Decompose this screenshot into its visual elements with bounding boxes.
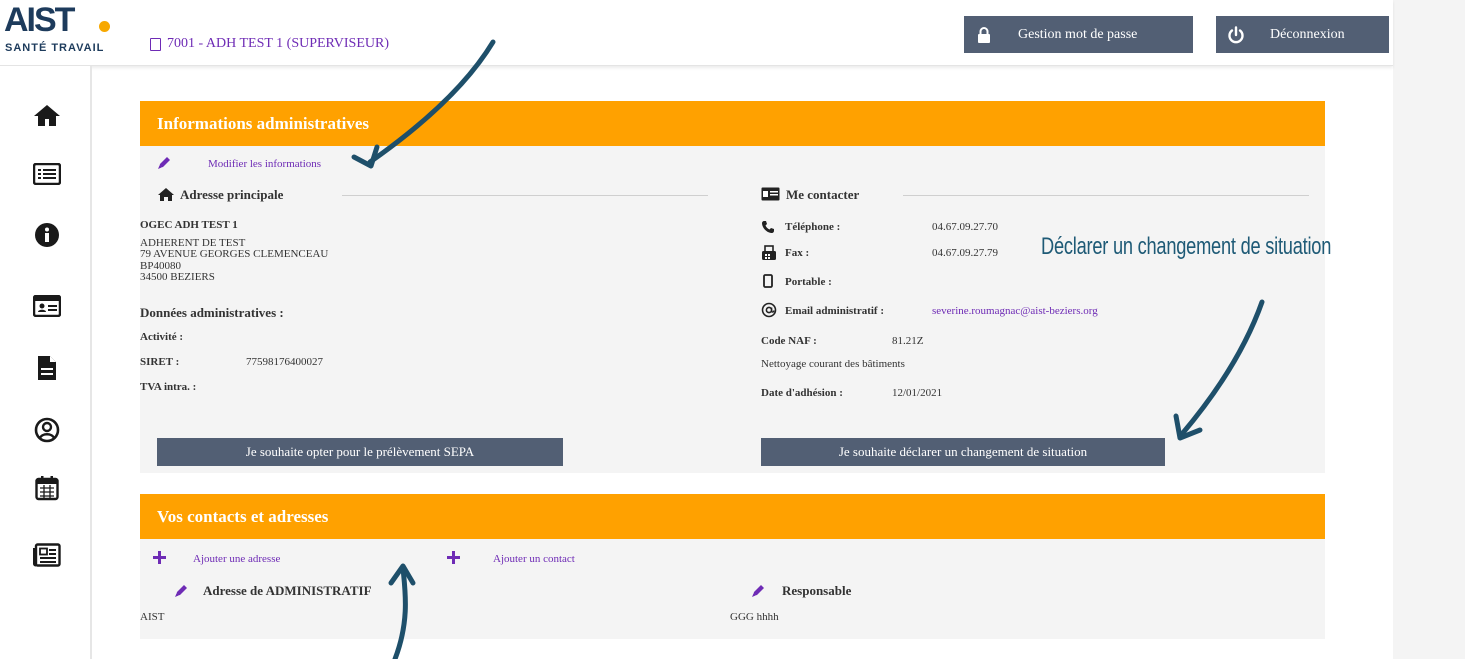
id-card-icon[interactable]: [33, 292, 61, 320]
declare-change-button[interactable]: Je souhaite déclarer un changement de si…: [761, 438, 1165, 466]
phone-label: Téléphone :: [785, 221, 841, 233]
pencil-icon[interactable]: [157, 155, 172, 175]
plus-icon[interactable]: [153, 551, 166, 569]
building-icon: [150, 37, 161, 51]
document-icon[interactable]: [33, 354, 61, 382]
lock-icon: [964, 26, 1004, 43]
admin-data-heading: Données administratives :: [140, 305, 284, 320]
contact-card-icon: [761, 187, 780, 206]
power-icon: [1216, 25, 1256, 44]
naf-label: Code NAF :: [761, 335, 817, 347]
aist-logo[interactable]: AIST SANTÉ TRAVAIL: [4, 1, 116, 60]
pencil-icon[interactable]: [174, 583, 189, 603]
logo-text: AIST: [4, 1, 75, 39]
contact-card-title: Responsable: [782, 583, 852, 598]
info-icon[interactable]: [33, 221, 61, 249]
password-management-button[interactable]: Gestion mot de passe: [964, 16, 1193, 53]
address-card-value: AIST: [140, 611, 165, 623]
admin-info-card: Informations administratives Modifier le…: [140, 101, 1325, 473]
naf-value: 81.21Z: [892, 335, 924, 347]
password-button-label: Gestion mot de passe: [1018, 26, 1138, 42]
join-date-value: 12/01/2021: [892, 387, 943, 399]
house-icon: [158, 188, 174, 206]
pencil-icon[interactable]: [751, 583, 766, 603]
logout-button[interactable]: Déconnexion: [1216, 16, 1389, 53]
mobile-icon: [763, 274, 773, 293]
contact-divider: [903, 195, 1309, 196]
contacts-card: Vos contacts et adresses Ajouter une adr…: [140, 494, 1325, 639]
phone-value: 04.67.09.27.70: [932, 221, 998, 233]
modify-info-link[interactable]: Modifier les informations: [208, 158, 321, 170]
siret-label: SIRET :: [140, 356, 180, 368]
email-label: Email administratif :: [785, 305, 884, 317]
plus-icon[interactable]: [447, 551, 460, 569]
top-bar: AIST SANTÉ TRAVAIL 7001 - ADH TEST 1 (SU…: [0, 0, 1393, 66]
logout-button-label: Déconnexion: [1270, 26, 1345, 42]
company-name: OGEC ADH TEST 1: [140, 219, 238, 231]
company-label: 7001 - ADH TEST 1 (SUPERVISEUR): [167, 36, 389, 51]
logo-dot: [99, 21, 110, 32]
address-line: 34500 BEZIERS: [140, 271, 215, 283]
address-card-title: Adresse de ADMINISTRATIF: [203, 583, 372, 598]
tva-label: TVA intra. :: [140, 381, 197, 393]
contacts-title: Vos contacts et adresses: [140, 494, 1325, 539]
home-icon[interactable]: [33, 101, 61, 129]
add-contact-link[interactable]: Ajouter un contact: [493, 553, 575, 565]
at-icon: [761, 302, 777, 323]
join-date-label: Date d'adhésion :: [761, 387, 843, 399]
annotation-label: Déclarer un changement de situation: [1041, 233, 1332, 260]
page: AIST SANTÉ TRAVAIL 7001 - ADH TEST 1 (SU…: [0, 0, 1393, 659]
contact-heading: Me contacter: [786, 187, 860, 202]
newspaper-icon[interactable]: [33, 541, 61, 569]
naf-description: Nettoyage courant des bâtiments: [761, 358, 905, 370]
add-address-link[interactable]: Ajouter une adresse: [193, 553, 280, 565]
phone-icon: [761, 220, 775, 239]
sepa-button[interactable]: Je souhaite opter pour le prélèvement SE…: [157, 438, 563, 466]
fax-value: 04.67.09.27.79: [932, 247, 998, 259]
fax-icon: [761, 245, 777, 266]
logo-subtitle: SANTÉ TRAVAIL: [5, 42, 105, 54]
fax-label: Fax :: [785, 247, 810, 259]
calendar-icon[interactable]: [33, 474, 61, 502]
email-link[interactable]: severine.roumagnac@aist-beziers.org: [932, 305, 1098, 317]
address-divider: [342, 195, 708, 196]
mobile-label: Portable :: [785, 276, 832, 288]
admin-info-title: Informations administratives: [140, 101, 1325, 146]
user-icon[interactable]: [33, 416, 61, 444]
address-line: 79 AVENUE GEORGES CLEMENCEAU: [140, 248, 329, 260]
activity-label: Activité :: [140, 331, 184, 343]
sidebar: [0, 66, 92, 659]
contact-card-value: GGG hhhh: [730, 611, 779, 623]
siret-value: 77598176400027: [246, 356, 323, 368]
company-selector[interactable]: 7001 - ADH TEST 1 (SUPERVISEUR): [150, 36, 389, 52]
address-heading: Adresse principale: [180, 187, 284, 202]
list-icon[interactable]: [33, 160, 61, 188]
